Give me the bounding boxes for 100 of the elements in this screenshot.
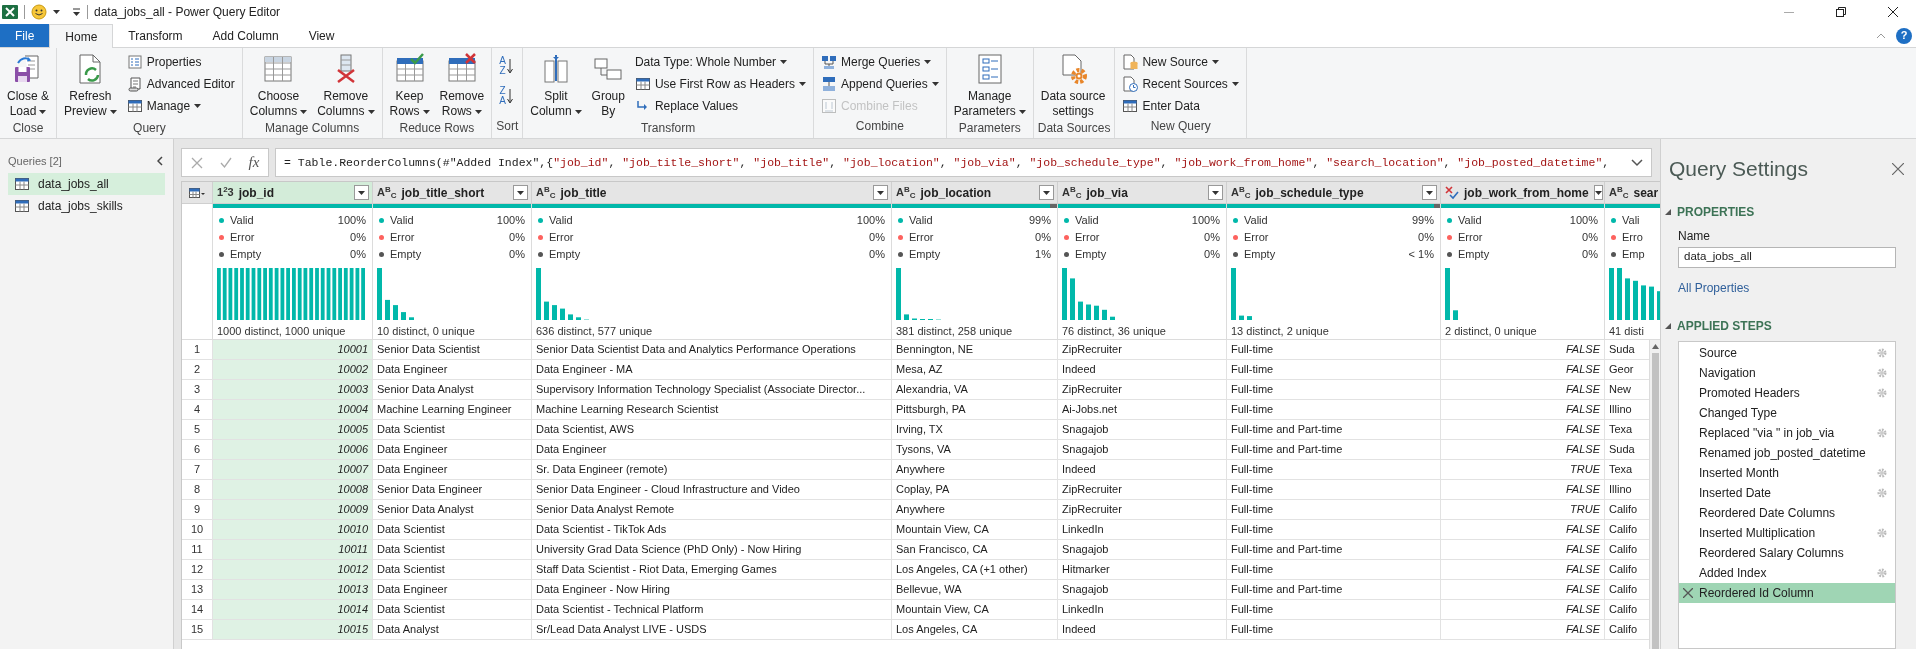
ribbon-button[interactable]: Use First Row as Headers — [631, 73, 809, 95]
cancel-icon — [190, 156, 203, 169]
profile-value: 0% — [350, 247, 366, 263]
histogram-bar — [1239, 315, 1244, 320]
ribbon-tab[interactable]: View — [293, 24, 350, 47]
column-header[interactable]: 1$^{2}$3 job_id — [213, 182, 373, 204]
table-cell-text: FALSE — [1564, 402, 1600, 418]
query-item[interactable]: data_jobs_all — [8, 172, 165, 195]
ribbon-button[interactable]: Split Column — [527, 51, 585, 119]
ribbon-button[interactable]: New Source — [1119, 51, 1242, 73]
query-item[interactable]: data_jobs_skills — [8, 194, 165, 217]
column-stats: 13 distinct, 2 unique — [1230, 323, 1330, 339]
sort-button[interactable]: A Z — [496, 51, 516, 81]
type-icon[interactable]: 1$^{2}$3 — [217, 187, 234, 198]
table-cell-text: Suda — [1609, 442, 1636, 458]
ribbon-button[interactable]: Choose Columns — [246, 51, 311, 119]
table-icon — [1122, 98, 1139, 114]
help-button[interactable]: ? — [1896, 27, 1912, 44]
applied-step[interactable]: Source — [1679, 342, 1895, 363]
ribbon-button[interactable]: Merge Queries — [818, 51, 942, 73]
column-header[interactable]: job_work_from_home — [1441, 182, 1605, 204]
table-cell-text: Full-time — [1231, 602, 1275, 618]
caret-icon — [1212, 190, 1219, 195]
table-cell-text: Supervisory Information Technology Specialist (Associate Director... — [536, 382, 867, 398]
column-header[interactable]: A$^{B}$$_{C}$ job_location — [892, 182, 1058, 204]
table-cell-text: Califo — [1609, 502, 1639, 518]
ribbon-button[interactable]: Data source settings — [1037, 51, 1109, 119]
table-cell-text: Mountain View, CA — [896, 522, 990, 538]
ribbon-button[interactable]: Manage Parameters — [950, 51, 1029, 119]
ribbon-button[interactable]: Remove Columns — [314, 51, 378, 119]
ribbon-button[interactable]: Group By — [588, 51, 628, 119]
applied-step[interactable]: Inserted Month — [1679, 462, 1895, 483]
applied-step[interactable]: Promoted Headers — [1679, 382, 1895, 403]
caret-icon — [39, 109, 47, 114]
column-dropdown-button[interactable] — [1039, 185, 1054, 200]
table-cell-text: Sr/Lead Data Analyst LIVE - USDS — [536, 622, 708, 638]
caret-icon — [931, 82, 939, 86]
column-header[interactable]: A$^{B}$$_{C}$ job_title_short — [373, 182, 532, 204]
column-dropdown-button[interactable] — [873, 185, 888, 200]
applied-step[interactable]: Navigation — [1679, 362, 1895, 383]
applied-step[interactable]: Inserted Multiplication — [1679, 522, 1895, 543]
table-cell-text: Senior Data Scientist — [377, 342, 481, 358]
function-button[interactable]: fx — [248, 151, 260, 174]
ribbon-button[interactable]: Enter Data — [1119, 95, 1242, 117]
column-stats: 636 distinct, 577 unique — [535, 323, 654, 339]
column-dropdown-button[interactable] — [513, 185, 528, 200]
applied-step[interactable]: Reordered Date Columns — [1679, 502, 1895, 523]
ribbon-button[interactable]: Close & Load — [4, 51, 53, 119]
column-header[interactable]: A$^{B}$$_{C}$ job_title — [532, 182, 892, 204]
column-header[interactable]: A$^{B}$$_{C}$ job_via — [1058, 182, 1227, 204]
applied-step[interactable]: Reordered Id Column — [1679, 582, 1895, 603]
ribbon-button[interactable]: Refresh Preview — [61, 51, 120, 119]
column-stats: 76 distinct, 36 unique — [1061, 323, 1167, 339]
ribbon-button[interactable]: Recent Sources — [1119, 73, 1242, 95]
histogram-bar — [576, 317, 581, 320]
table-cell-text: Data Scientist — [377, 422, 446, 438]
applied-step[interactable]: Added Index — [1679, 562, 1895, 583]
ribbon-tab[interactable]: Home — [49, 24, 114, 48]
ribbon-button[interactable]: Manage — [123, 95, 238, 117]
scrollbar[interactable] — [1649, 340, 1660, 649]
profile-value: 99% — [1028, 213, 1051, 229]
caret-icon — [1426, 190, 1433, 195]
ribbon-button[interactable]: Properties — [123, 51, 238, 73]
column-dropdown-button[interactable] — [1208, 185, 1223, 200]
ribbon-button[interactable]: Keep Rows — [386, 51, 433, 119]
profile-label: Valid — [1244, 213, 1269, 229]
name-field[interactable]: data_jobs_all — [1678, 246, 1896, 268]
ribbon-button[interactable]: Advanced Editor — [123, 73, 238, 95]
column-header[interactable]: A$^{B}$$_{C}$ job_schedule_type — [1227, 182, 1441, 204]
profile-label: Empty — [1458, 247, 1491, 263]
column-dropdown-button[interactable] — [1593, 185, 1603, 200]
ribbon-button[interactable]: Replace Values — [631, 95, 809, 117]
column-dropdown-button[interactable] — [354, 185, 369, 200]
applied-step[interactable]: Replaced "via " in job_via — [1679, 422, 1895, 443]
applied-step[interactable]: Reordered Salary Columns — [1679, 542, 1895, 563]
sort-button[interactable]: Z A — [496, 81, 516, 111]
applied-step[interactable]: Changed Type — [1679, 402, 1895, 423]
all-properties-link[interactable]: All Properties — [1678, 280, 1750, 295]
ribbon-button[interactable]: Append Queries — [818, 73, 942, 95]
table-cell-text: Senior Data Engineer — [377, 482, 484, 498]
applied-step[interactable]: Inserted Date — [1679, 482, 1895, 503]
column-dropdown-button[interactable] — [1422, 185, 1437, 200]
table-cell-text: TRUE — [1569, 502, 1600, 518]
ribbon-button[interactable]: Remove Rows — [436, 51, 488, 119]
histogram-bar — [1094, 305, 1099, 320]
applied-step[interactable]: Renamed job_posted_datetime — [1679, 442, 1895, 463]
close-panel-button[interactable] — [1892, 162, 1904, 175]
table-cell-text: FALSE — [1564, 362, 1600, 378]
ribbon-group-label: Combine — [854, 118, 905, 135]
table-cell-text: Data Engineer — [377, 462, 449, 478]
ribbon-tab[interactable]: File — [0, 24, 50, 47]
table-cell-text: Full-time — [1231, 502, 1275, 518]
column-header[interactable]: A$^{B}$$_{C}$ sear — [1605, 182, 1660, 204]
formula-field[interactable]: = Table.ReorderColumns(#"Added Index",{"job_id", "job_title_short", "job_title", "job_location", "job_via", "job_schedule_type", "job_work_from_home", "search_location", "job_posted_datetime", — [275, 148, 1652, 177]
table-x-icon — [445, 53, 478, 85]
histogram-bar — [1070, 278, 1075, 320]
ribbon-tab[interactable]: Add Column — [197, 24, 294, 47]
scroll-up-icon — [1651, 344, 1659, 349]
ribbon-tab[interactable]: Transform — [113, 24, 198, 47]
ribbon-button[interactable]: Data Type: Whole Number — [631, 51, 809, 73]
